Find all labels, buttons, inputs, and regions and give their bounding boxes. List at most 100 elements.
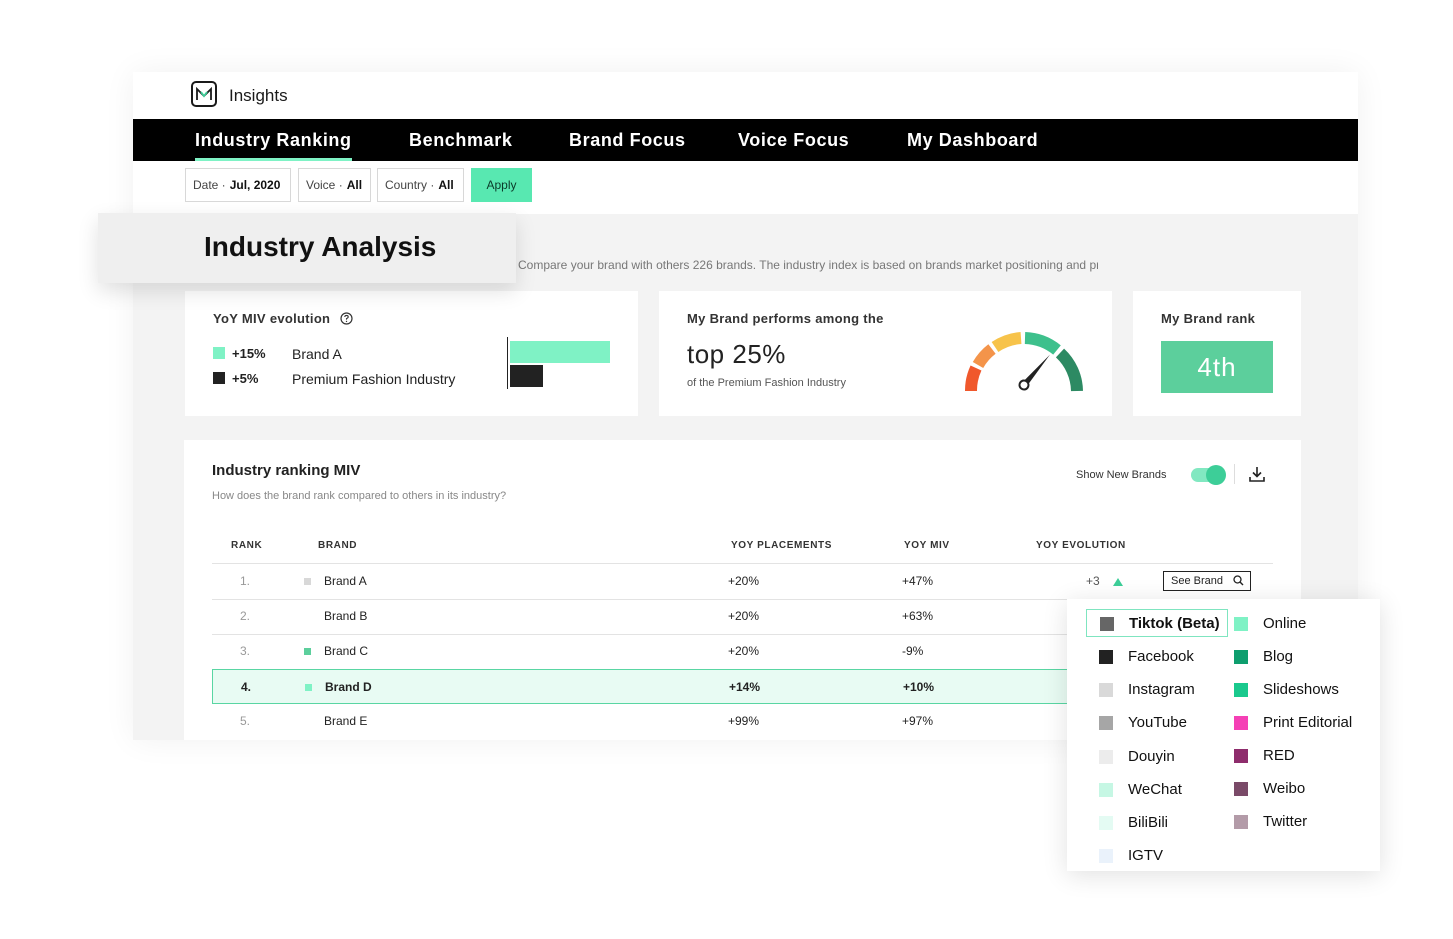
voice-option-wechat[interactable]: WeChat bbox=[1086, 776, 1226, 804]
gauge-segment-yellow bbox=[991, 332, 1022, 353]
row-rank: 3. bbox=[240, 644, 251, 658]
gauge-segment-orange bbox=[972, 344, 996, 369]
voice-option-douyin[interactable]: Douyin bbox=[1086, 743, 1226, 771]
legend-value-brand: +15% bbox=[232, 346, 266, 361]
filter-bar: Date · Jul, 2020 Voice · All Country · All … bbox=[133, 161, 1358, 215]
row-rank: 4. bbox=[241, 680, 252, 694]
voice-option-twitter[interactable]: Twitter bbox=[1221, 808, 1371, 836]
voice-swatch bbox=[1099, 716, 1113, 730]
industry-analysis-title: Industry Analysis bbox=[204, 231, 437, 262]
voice-swatch bbox=[1234, 815, 1248, 829]
row-brand: Brand A bbox=[324, 574, 367, 588]
performance-card: My Brand performs among the top 25% of t… bbox=[659, 291, 1112, 416]
row-brand: Brand E bbox=[324, 714, 368, 728]
nav-voice-focus[interactable]: Voice Focus bbox=[738, 119, 849, 161]
voice-swatch bbox=[1234, 749, 1248, 763]
gauge-segment-green bbox=[1024, 332, 1061, 355]
see-brand-button[interactable]: See Brand bbox=[1163, 571, 1251, 591]
row-placements: +14% bbox=[729, 680, 761, 694]
voice-option-youtube[interactable]: YouTube bbox=[1086, 709, 1226, 737]
legend-swatch-industry bbox=[213, 372, 225, 384]
voice-swatch bbox=[1099, 849, 1113, 863]
voice-swatch bbox=[1234, 782, 1248, 796]
row-miv: +47% bbox=[902, 574, 934, 588]
row-placements: +99% bbox=[728, 714, 760, 728]
voice-swatch bbox=[1099, 816, 1113, 830]
row-brand: Brand B bbox=[324, 609, 368, 623]
brand-rank-title: My Brand rank bbox=[1161, 311, 1256, 326]
nav-brand-focus[interactable]: Brand Focus bbox=[569, 119, 686, 161]
row-miv: -9% bbox=[902, 644, 924, 658]
apply-button[interactable]: Apply bbox=[471, 168, 532, 202]
voice-option-label: Slideshows bbox=[1263, 681, 1339, 698]
gauge-segment-dark-green bbox=[1055, 348, 1083, 392]
row-rank: 5. bbox=[240, 714, 251, 728]
voice-option-instagram[interactable]: Instagram bbox=[1086, 676, 1226, 704]
brand-color-swatch bbox=[305, 684, 312, 691]
nav-benchmark[interactable]: Benchmark bbox=[409, 119, 512, 161]
voice-option-print-editorial[interactable]: Print Editorial bbox=[1221, 709, 1371, 737]
nav-my-dashboard[interactable]: My Dashboard bbox=[907, 119, 1038, 161]
voice-option-label: Print Editorial bbox=[1263, 714, 1353, 731]
brand-rank-card: My Brand rank 4th bbox=[1133, 291, 1301, 416]
brand-color-swatch bbox=[304, 648, 311, 655]
voice-filter-value: All bbox=[346, 178, 363, 192]
date-filter[interactable]: Date · Jul, 2020 bbox=[185, 168, 291, 202]
col-yoy-evolution: YOY EVOLUTION bbox=[1036, 540, 1126, 551]
voice-option-label: Twitter bbox=[1263, 813, 1308, 830]
row-brand: Brand D bbox=[325, 680, 372, 694]
see-brand-label: See Brand bbox=[1171, 575, 1223, 587]
voice-swatch bbox=[1100, 617, 1114, 631]
row-miv: +97% bbox=[902, 714, 934, 728]
nav-industry-ranking[interactable]: Industry Ranking bbox=[195, 119, 352, 161]
voice-option-slideshows[interactable]: Slideshows bbox=[1221, 676, 1371, 704]
performance-headline: top 25% bbox=[687, 339, 786, 369]
voice-option-facebook[interactable]: Facebook bbox=[1086, 643, 1226, 671]
show-new-brands-toggle[interactable] bbox=[1191, 465, 1226, 485]
voice-option-label: Weibo bbox=[1263, 780, 1306, 797]
legend-value-industry: +5% bbox=[232, 371, 259, 386]
table-row[interactable]: 1. Brand A +20% +47% +3 See Brand bbox=[212, 564, 1273, 599]
voice-option-bilibili[interactable]: BiliBili bbox=[1086, 809, 1226, 837]
voice-swatch bbox=[1099, 650, 1113, 664]
voice-option-label: Instagram bbox=[1128, 681, 1195, 698]
show-new-brands-label: Show New Brands bbox=[1076, 469, 1167, 481]
country-filter[interactable]: Country · All bbox=[377, 168, 464, 202]
industry-analysis-card: Industry Analysis bbox=[98, 213, 516, 283]
legend-swatch-brand bbox=[213, 347, 225, 359]
voice-option-label: RED bbox=[1263, 747, 1295, 764]
row-miv: +63% bbox=[902, 609, 934, 623]
voice-swatch bbox=[1234, 683, 1248, 697]
search-icon bbox=[1233, 575, 1244, 586]
voice-option-label: Facebook bbox=[1128, 648, 1194, 665]
industry-bar bbox=[510, 365, 543, 387]
country-filter-label: Country · bbox=[385, 178, 435, 192]
download-icon[interactable] bbox=[1248, 465, 1266, 483]
voice-filter[interactable]: Voice · All bbox=[298, 168, 371, 202]
col-yoy-placements: YOY PLACEMENTS bbox=[731, 540, 833, 551]
yoy-miv-card: YoY MIV evolution +15% Brand A +5% Premi… bbox=[185, 291, 638, 416]
voice-option-weibo[interactable]: Weibo bbox=[1221, 775, 1371, 803]
brand-color-swatch bbox=[304, 578, 311, 585]
voice-option-igtv[interactable]: IGTV bbox=[1086, 842, 1226, 870]
gauge-chart bbox=[965, 332, 1083, 392]
main-nav: Industry Ranking Benchmark Brand Focus V… bbox=[133, 119, 1358, 161]
voice-option-red[interactable]: RED bbox=[1221, 742, 1371, 770]
row-placements: +20% bbox=[728, 574, 760, 588]
date-filter-value: Jul, 2020 bbox=[229, 178, 281, 192]
row-rank: 1. bbox=[240, 574, 251, 588]
help-icon[interactable] bbox=[340, 312, 353, 325]
brand-bar bbox=[510, 341, 610, 363]
divider bbox=[1234, 464, 1235, 484]
row-placements: +20% bbox=[728, 644, 760, 658]
voice-option-online[interactable]: Online bbox=[1221, 610, 1371, 638]
voice-option-label: Online bbox=[1263, 615, 1307, 632]
voice-swatch bbox=[1099, 783, 1113, 797]
voice-option-blog[interactable]: Blog bbox=[1221, 643, 1371, 671]
voice-option-label: YouTube bbox=[1128, 714, 1187, 731]
toggle-knob bbox=[1206, 465, 1226, 485]
row-placements: +20% bbox=[728, 609, 760, 623]
voice-swatch bbox=[1099, 750, 1113, 764]
bar-axis bbox=[507, 337, 508, 389]
voice-option-tiktok[interactable]: Tiktok (Beta) bbox=[1086, 609, 1228, 637]
